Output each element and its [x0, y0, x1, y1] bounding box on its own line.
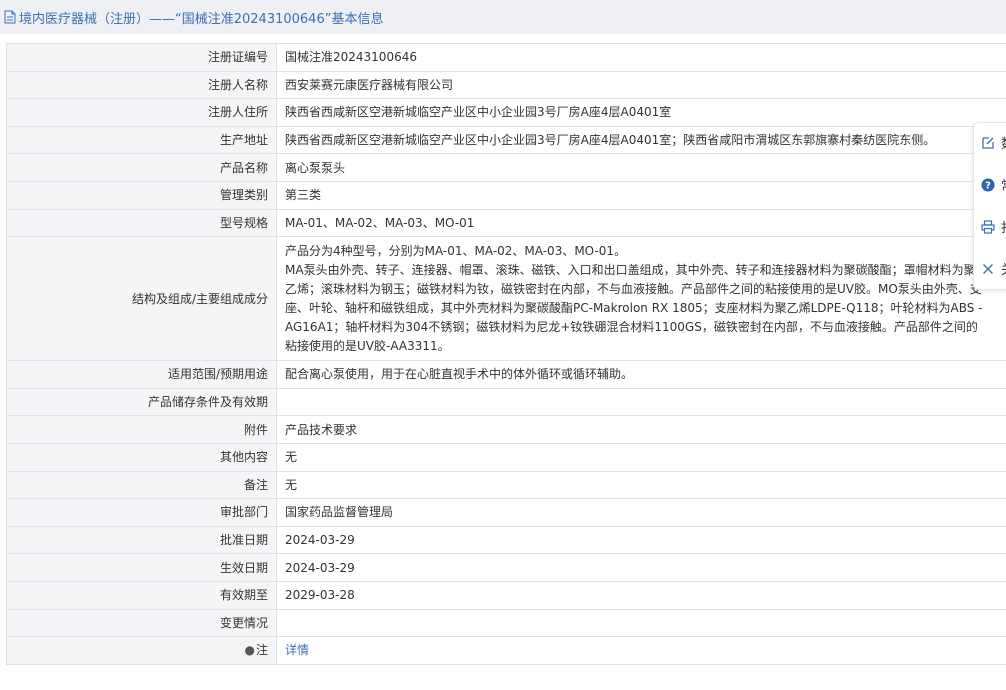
info-row: 结构及组成/主要组成成分 产品分为4种型号，分别为MA-01、MA-02、MA-0…: [6, 236, 1006, 362]
info-row: 批准日期 2024-03-29: [6, 525, 1006, 555]
field-value: 西安莱赛元康医疗器械有限公司: [276, 70, 1006, 100]
field-label: 附件: [6, 415, 277, 444]
edit-icon: [982, 136, 994, 149]
close-icon: [983, 263, 993, 274]
info-row: 适用范围/预期用途 配合离心泵使用，用于在心脏直视手术中的体外循环或循环辅助。: [6, 360, 1006, 389]
field-value: MA-01、MA-02、MA-03、MO-01: [276, 208, 1006, 238]
field-label: 有效期至: [6, 580, 277, 610]
field-value: 配合离心泵使用，用于在心脏直视手术中的体外循环或循环辅助。: [276, 360, 1006, 389]
field-label: 型号规格: [6, 208, 277, 238]
toolbar-item-close[interactable]: 关: [981, 259, 1006, 278]
field-label: 其他内容: [6, 442, 277, 472]
info-row: 变更情况: [6, 608, 1006, 638]
info-row: 生产地址 陕西省西咸新区空港新城临空产业区中小企业园3号厂房A座4层A0401室；…: [6, 125, 1006, 155]
info-row: 产品名称 离心泵泵头: [6, 153, 1006, 182]
field-value: 国家药品监督管理局: [276, 498, 1006, 527]
field-value: 2029-03-28: [276, 580, 1006, 610]
toolbar-item-help[interactable]: ? 常: [981, 175, 1006, 194]
info-table: 注册证编号 国械注准20243100646 注册人名称 西安莱赛元康医疗器械有限公司注…: [6, 43, 1006, 665]
field-label: 结构及组成/主要组成成分: [6, 236, 277, 362]
floating-toolbar: 数 ? 常 打 关: [973, 122, 1006, 290]
note-label: 注: [255, 643, 268, 658]
field-value: 第三类: [276, 180, 1006, 210]
field-value: 陕西省西咸新区空港新城临空产业区中小企业园3号厂房A座4层A0401室；陕西省咸…: [276, 125, 1006, 155]
info-row: 注册人名称 西安莱赛元康医疗器械有限公司: [6, 70, 1006, 100]
info-row: 其他内容无: [6, 442, 1006, 472]
field-value: 国械注准20243100646: [276, 43, 1006, 72]
field-value: 2024-03-29: [276, 553, 1006, 582]
note-row: ●注 详情: [6, 636, 1006, 665]
info-row: 附件 产品技术要求: [6, 415, 1006, 444]
svg-text:?: ?: [985, 180, 991, 191]
toolbar-item-data[interactable]: 数: [981, 133, 1006, 152]
info-row: 管理类别 第三类: [6, 180, 1006, 210]
toolbar-item-print[interactable]: 打: [981, 217, 1006, 236]
info-row: 有效期至 2029-03-28: [6, 580, 1006, 610]
page-title-bar: 境内医疗器械（注册）——“国械注准20243100646”基本信息: [0, 0, 1006, 34]
field-value: 详情: [276, 636, 1006, 665]
page-title: 境内医疗器械（注册）——“国械注准20243100646”基本信息: [19, 11, 384, 27]
field-value: 产品技术要求: [276, 415, 1006, 444]
toolbar-item-label: 数: [1001, 133, 1006, 152]
field-label: 变更情况: [6, 608, 277, 638]
field-value: 离心泵泵头: [276, 153, 1006, 182]
field-label: 产品名称: [6, 153, 277, 182]
field-label: 备注: [6, 470, 277, 500]
field-label: 注册人名称: [6, 70, 277, 100]
field-label: 适用范围/预期用途: [6, 360, 277, 389]
field-label: 生效日期: [6, 553, 277, 582]
field-value: 产品分为4种型号，分别为MA-01、MA-02、MA-03、MO-01。 MA泵头…: [276, 236, 1006, 362]
info-row: 型号规格 MA-01、MA-02、MA-03、MO-01: [6, 208, 1006, 238]
info-row: 审批部门 国家药品监督管理局: [6, 498, 1006, 527]
field-label: 管理类别: [6, 180, 277, 210]
field-label: 审批部门: [6, 498, 277, 527]
field-label: 批准日期: [6, 525, 277, 555]
info-row: 注册人住所 陕西省西咸新区空港新城临空产业区中小企业园3号厂房A座4层A0401室: [6, 98, 1006, 127]
field-label: ●注: [6, 636, 277, 665]
toolbar-item-label: 打: [1001, 217, 1006, 236]
field-label: 生产地址: [6, 125, 277, 155]
toolbar-item-label: 常: [1001, 175, 1006, 194]
info-row: 注册证编号 国械注准20243100646: [6, 43, 1006, 72]
field-label: 产品储存条件及有效期: [6, 387, 277, 417]
lightbulb-icon: ●: [244, 643, 255, 658]
document-icon: [4, 10, 16, 24]
toolbar-item-label: 关: [1001, 259, 1006, 278]
field-value: 无: [276, 442, 1006, 472]
help-icon: ?: [981, 178, 995, 191]
info-row: 产品储存条件及有效期: [6, 387, 1006, 417]
field-label: 注册人住所: [6, 98, 277, 127]
info-row: 生效日期 2024-03-29: [6, 553, 1006, 582]
field-value: [276, 608, 1006, 638]
print-icon: [981, 219, 995, 234]
details-link[interactable]: 详情: [285, 643, 309, 657]
field-value: 无: [276, 470, 1006, 500]
field-value: 2024-03-29: [276, 525, 1006, 555]
field-label: 注册证编号: [6, 43, 277, 72]
info-row: 备注无: [6, 470, 1006, 500]
field-value: [276, 387, 1006, 417]
field-value: 陕西省西咸新区空港新城临空产业区中小企业园3号厂房A座4层A0401室: [276, 98, 1006, 127]
